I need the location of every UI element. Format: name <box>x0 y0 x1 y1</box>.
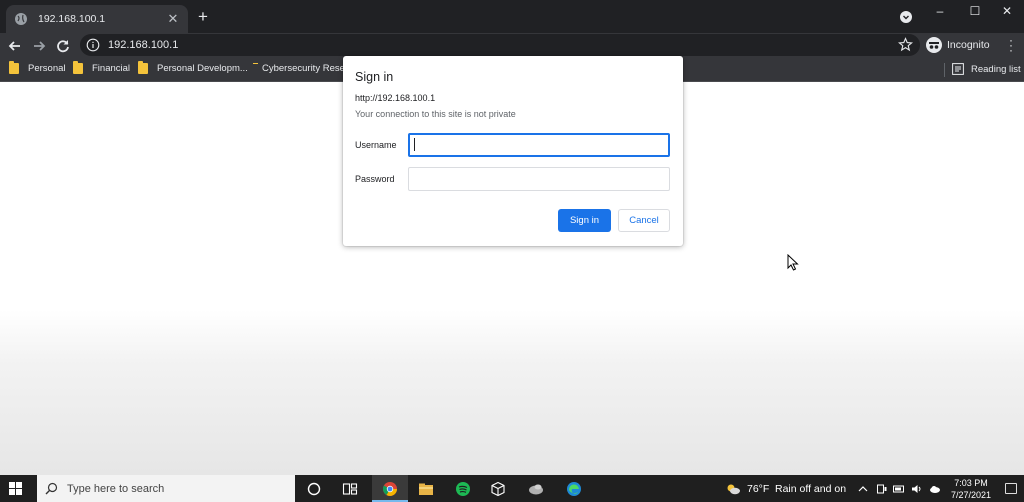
edge-icon[interactable] <box>566 481 582 497</box>
info-icon[interactable] <box>86 38 100 52</box>
chevron-up-icon[interactable] <box>857 483 869 495</box>
close-window-button[interactable]: ✕ <box>997 4 1017 18</box>
taskbar-search-box[interactable]: Type here to search <box>37 475 295 502</box>
bookmark-personal-development[interactable]: Personal Developm... <box>138 63 248 74</box>
bookmark-star-icon[interactable] <box>898 37 913 52</box>
weather-icon[interactable] <box>725 482 741 496</box>
app-icon[interactable] <box>528 481 544 497</box>
weather-temp[interactable]: 76°F <box>747 483 769 495</box>
bookmark-label: Personal Developm... <box>157 63 248 74</box>
tab-strip: 192.168.100.1 ✕ + – ☐ ✕ <box>0 0 1024 33</box>
folder-icon <box>9 63 19 74</box>
virtualbox-icon[interactable] <box>490 481 506 497</box>
search-placeholder: Type here to search <box>67 483 164 495</box>
text-caret <box>414 138 415 151</box>
bookmarks-divider <box>944 63 945 77</box>
incognito-label: Incognito <box>947 39 990 51</box>
incognito-profile-button[interactable]: Incognito <box>926 35 990 55</box>
password-label: Password <box>355 174 395 184</box>
reading-list-button[interactable]: Reading list <box>952 63 1021 75</box>
folder-icon <box>138 63 148 74</box>
bookmark-financial[interactable]: Financial <box>73 63 130 74</box>
spotify-icon[interactable] <box>455 481 471 497</box>
browser-tab[interactable]: 192.168.100.1 ✕ <box>6 5 188 33</box>
volume-icon[interactable] <box>911 483 923 495</box>
bookmark-label: Cybersecurity Rese <box>262 63 343 74</box>
password-input[interactable] <box>408 167 670 191</box>
forward-arrow-icon <box>29 36 49 56</box>
tab-search-icon[interactable] <box>899 10 913 24</box>
forward-button[interactable] <box>29 36 49 56</box>
windows-taskbar: Type here to search 76°F Rain off and on <box>0 475 1024 502</box>
onedrive-icon[interactable] <box>929 483 941 495</box>
reload-button[interactable] <box>53 36 73 56</box>
sign-in-button[interactable]: Sign in <box>558 209 611 232</box>
back-arrow-icon <box>5 36 25 56</box>
dialog-title: Sign in <box>355 70 393 84</box>
bookmark-label: Personal <box>28 63 66 74</box>
battery-icon[interactable] <box>893 483 905 495</box>
clock-date: 7/27/2021 <box>948 489 994 501</box>
system-clock[interactable]: 7:03 PM 7/27/2021 <box>948 477 994 501</box>
bookmark-cybersecurity[interactable]: Cybersecurity Rese <box>253 63 343 74</box>
address-bar[interactable]: 192.168.100.1 <box>80 34 920 56</box>
reading-list-icon <box>952 63 964 75</box>
bookmark-label: Financial <box>92 63 130 74</box>
mouse-cursor-icon <box>787 254 799 271</box>
sign-in-dialog: Sign in http://192.168.100.1 Your connec… <box>343 56 683 246</box>
reload-icon <box>53 36 73 56</box>
minimize-button[interactable]: – <box>930 4 950 18</box>
incognito-icon <box>926 37 942 53</box>
cortana-icon[interactable] <box>306 481 322 497</box>
dialog-warning: Your connection to this site is not priv… <box>355 109 516 119</box>
task-view-icon[interactable] <box>342 481 358 497</box>
browser-toolbar: 192.168.100.1 Incognito ··· <box>0 33 1024 58</box>
url-text: 192.168.100.1 <box>108 39 178 51</box>
menu-dots-icon[interactable]: ··· <box>1006 38 1016 54</box>
username-label: Username <box>355 140 397 150</box>
file-explorer-icon[interactable] <box>418 481 434 497</box>
username-input[interactable] <box>408 133 670 157</box>
clock-time: 7:03 PM <box>948 477 994 489</box>
notifications-icon[interactable] <box>1005 483 1017 494</box>
windows-start-icon[interactable] <box>9 482 22 495</box>
back-button[interactable] <box>5 36 25 56</box>
close-icon[interactable]: ✕ <box>166 11 180 27</box>
cancel-button[interactable]: Cancel <box>618 209 670 232</box>
globe-icon <box>14 12 28 26</box>
new-tab-button[interactable]: + <box>194 8 212 26</box>
dialog-origin: http://192.168.100.1 <box>355 93 435 103</box>
search-icon <box>45 482 58 495</box>
tab-title: 192.168.100.1 <box>38 13 166 25</box>
reading-list-label: Reading list <box>971 64 1021 75</box>
weather-condition[interactable]: Rain off and on <box>775 483 846 495</box>
folder-icon <box>73 63 83 74</box>
maximize-button[interactable]: ☐ <box>965 4 985 18</box>
meet-now-icon[interactable] <box>876 483 888 495</box>
chrome-icon[interactable] <box>382 481 398 497</box>
bookmark-personal[interactable]: Personal <box>9 63 66 74</box>
